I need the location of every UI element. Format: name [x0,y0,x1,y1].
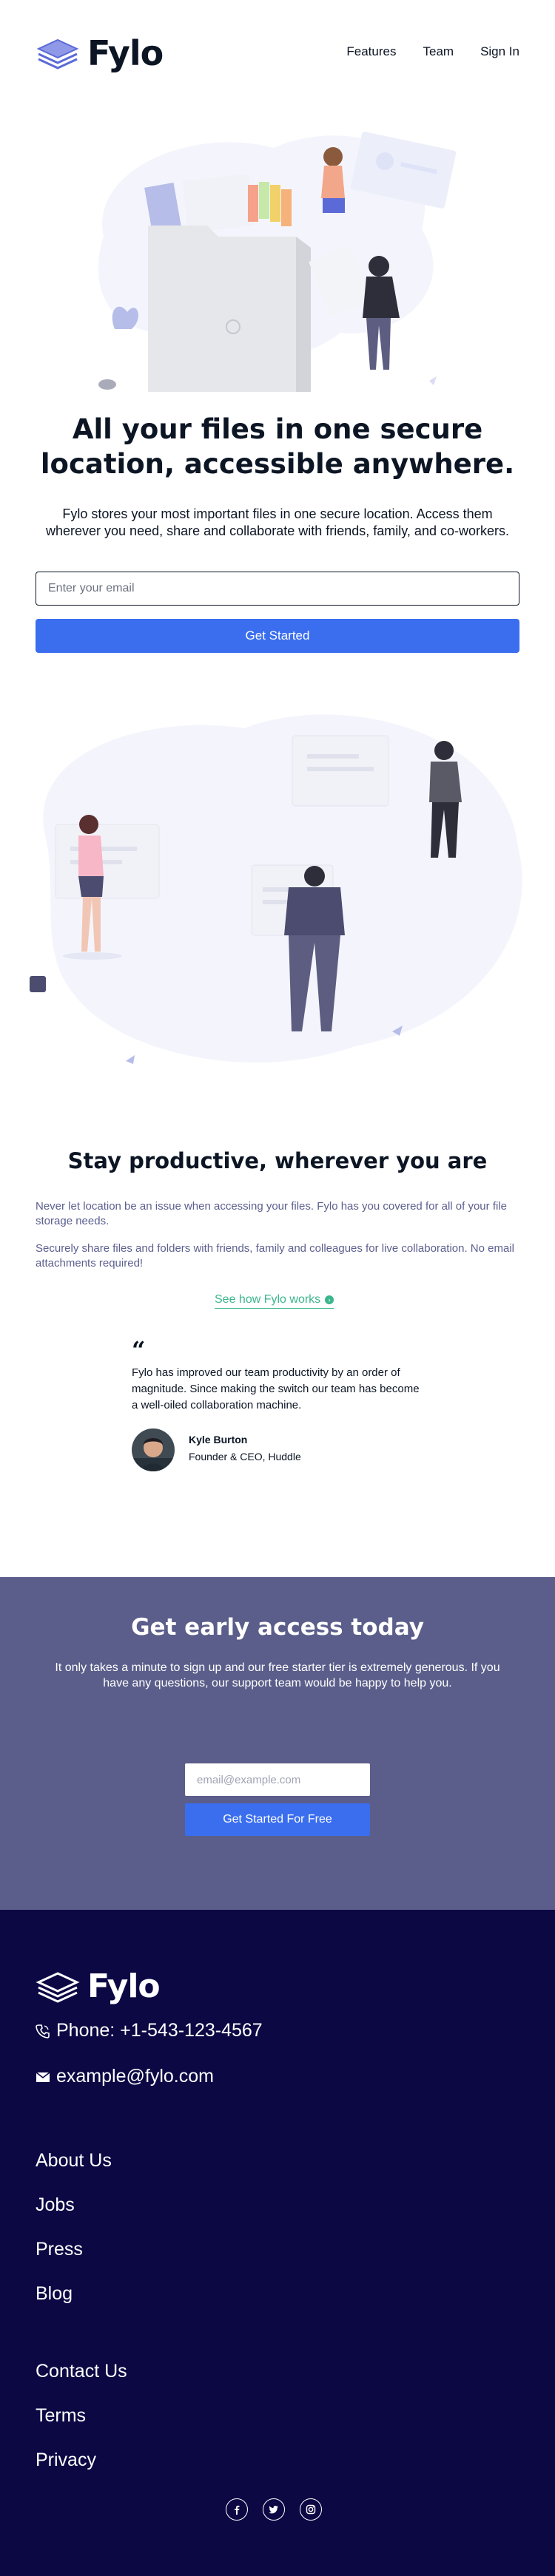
site-header: Fylo Features Team Sign In [36,30,519,77]
footer-link-terms[interactable]: Terms [36,2402,127,2447]
brand-name: Fylo [87,33,164,73]
footer-link-press[interactable]: Press [36,2236,112,2280]
footer-email-text[interactable]: example@fylo.com [56,2066,214,2087]
footer-links-group-1: About Us Jobs Press Blog [36,2147,112,2325]
landing-page: Fylo Features Team Sign In All your file… [0,0,555,2576]
main-nav: Features Team Sign In [346,44,519,59]
footer-brand-name: Fylo [87,1967,161,2005]
productive-title: Stay productive, wherever you are [67,1148,488,1173]
testimonial-author-name: Kyle Burton [189,1434,248,1445]
productive-paragraph: Never let location be an issue when acce… [36,1200,507,1227]
logo-icon [36,38,79,70]
testimonial-quote: Fylo has improved our team productivity … [132,1366,420,1411]
avatar [132,1428,175,1471]
arrow-circle-icon: › [325,1295,334,1304]
early-access-description: It only takes a minute to sign up and ou… [55,1661,500,1689]
nav-sign-in[interactable]: Sign In [480,44,519,59]
phone-icon [36,2024,50,2038]
get-started-button[interactable]: Get Started [36,619,519,653]
site-footer: Fylo Phone: +1-543-123-4567 example@fylo… [0,1910,555,2576]
nav-team[interactable]: Team [423,44,454,59]
footer-link-jobs[interactable]: Jobs [36,2192,112,2236]
brand-logo[interactable]: Fylo [36,30,164,77]
social-links [226,2498,322,2521]
footer-links-group-2: Contact Us Terms Privacy [36,2358,127,2491]
see-how-link-label: See how Fylo works [215,1293,321,1306]
instagram-icon[interactable] [300,2498,322,2521]
testimonial-author-role: Founder & CEO, Huddle [189,1451,301,1462]
quote-icon: “ [132,1336,146,1364]
productive-illustration [30,714,522,1064]
hero-title: All your files in one secure location, a… [40,413,515,480]
footer-link-privacy[interactable]: Privacy [36,2447,127,2491]
productive-paragraph: Securely share files and folders with fr… [36,1242,514,1270]
twitter-icon[interactable] [263,2498,285,2521]
get-started-free-button[interactable]: Get Started For Free [185,1803,370,1836]
logo-icon [36,1971,80,2003]
hero-email-input[interactable] [36,572,519,606]
footer-phone: Phone: +1-543-123-4567 [36,2020,263,2041]
footer-link-contact-us[interactable]: Contact Us [36,2358,127,2402]
hero-description: Fylo stores your most important files in… [46,506,509,538]
facebook-icon[interactable] [226,2498,248,2521]
footer-phone-text: Phone: +1-543-123-4567 [56,2020,263,2041]
hero-illustration [98,132,457,392]
early-access-email-input[interactable] [185,1763,370,1796]
nav-features[interactable]: Features [346,44,396,59]
see-how-fylo-works-link[interactable]: See how Fylo works › [215,1293,334,1309]
footer-brand-logo[interactable]: Fylo [36,1967,161,2005]
mail-icon [36,2071,50,2082]
footer-email: example@fylo.com [36,2066,214,2087]
instagram-glyph [306,2504,316,2515]
early-access-section: Get early access today It only takes a m… [0,1577,555,1910]
facebook-glyph [235,2505,240,2515]
twitter-glyph [269,2506,278,2514]
footer-link-blog[interactable]: Blog [36,2280,112,2325]
early-access-title: Get early access today [131,1614,424,1641]
footer-link-about-us[interactable]: About Us [36,2147,112,2192]
